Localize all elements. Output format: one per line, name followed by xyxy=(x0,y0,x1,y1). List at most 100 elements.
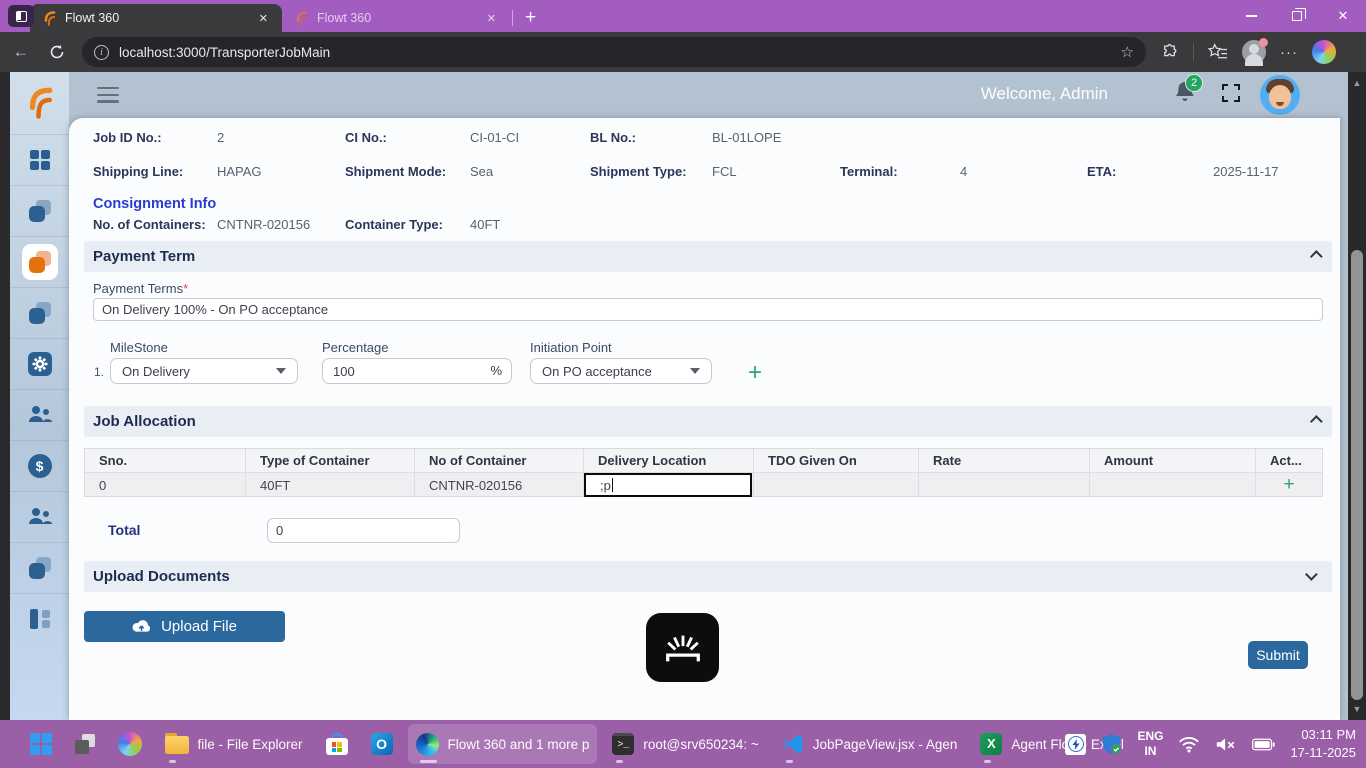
volume-muted-icon[interactable] xyxy=(1215,736,1237,753)
store-button[interactable] xyxy=(318,724,356,764)
hamburger-menu-icon[interactable] xyxy=(97,87,119,107)
reload-button[interactable] xyxy=(42,37,72,67)
sidebar-item-board[interactable] xyxy=(10,593,69,644)
chevron-up-icon[interactable] xyxy=(1310,415,1323,428)
required-asterisk: * xyxy=(183,281,188,296)
scroll-up-arrow[interactable]: ▲ xyxy=(1348,78,1366,88)
notifications-button[interactable]: 2 xyxy=(1174,80,1196,104)
consignment-info-heading: Consignment Info xyxy=(93,196,216,212)
address-bar[interactable]: i localhost:3000/TransporterJobMain ☆ xyxy=(82,37,1146,67)
browser-tab-inactive[interactable]: Flowt 360 ✕ xyxy=(282,4,510,32)
upload-file-button[interactable]: Upload File xyxy=(84,611,285,642)
sidebar-item-reports[interactable] xyxy=(10,542,69,593)
favorites-icon[interactable] xyxy=(1208,43,1228,61)
sidebar-item-orders[interactable] xyxy=(10,287,69,338)
sidebar-item-partners[interactable] xyxy=(10,491,69,542)
sidebar-item-users[interactable] xyxy=(10,389,69,440)
user-avatar[interactable] xyxy=(1260,75,1300,115)
workspaces-icon xyxy=(16,11,27,22)
extensions-icon[interactable] xyxy=(1160,43,1179,62)
percent-sign: % xyxy=(490,363,502,378)
thunderbolt-icon[interactable] xyxy=(1065,734,1086,755)
payment-term-section-header[interactable]: Payment Term xyxy=(84,241,1332,272)
job-allocation-table: Sno. Type of Container No of Container D… xyxy=(84,448,1323,497)
job-allocation-section-header[interactable]: Job Allocation xyxy=(84,406,1332,437)
bookmark-star-icon[interactable]: ☆ xyxy=(1121,43,1134,61)
field-value: FCL xyxy=(712,164,737,179)
tab-close-icon[interactable]: ✕ xyxy=(483,10,500,27)
flowt-favicon xyxy=(42,10,57,27)
page-scrollbar[interactable]: ▲ ▼ xyxy=(1348,72,1366,720)
url-text[interactable]: localhost:3000/TransporterJobMain xyxy=(119,45,1121,60)
task-view-button[interactable] xyxy=(67,724,103,764)
browser-tab-bar: Flowt 360 ✕ Flowt 360 ✕ + ✕ xyxy=(0,0,1366,32)
site-info-icon[interactable]: i xyxy=(94,45,109,60)
sidebar-item-settings[interactable] xyxy=(10,338,69,389)
milestone-value: On Delivery xyxy=(122,364,190,379)
field-label: Shipment Mode: xyxy=(345,164,446,179)
cell-tdo-given-on[interactable] xyxy=(753,472,918,497)
vscode-window-label: JobPageView.jsx - Agen xyxy=(813,737,958,752)
language-indicator[interactable]: ENGIN xyxy=(1137,729,1163,759)
field-label: BL No.: xyxy=(590,130,636,145)
security-shield-icon[interactable] xyxy=(1101,733,1122,755)
date-text: 17-11-2025 xyxy=(1290,744,1356,762)
browser-profile-avatar[interactable] xyxy=(1242,40,1266,64)
copilot-taskbar-button[interactable] xyxy=(110,724,150,764)
column-header: Amount xyxy=(1089,449,1255,472)
fullscreen-button[interactable] xyxy=(1222,84,1240,102)
sidebar-item-modules[interactable] xyxy=(10,185,69,236)
start-button[interactable] xyxy=(22,724,60,764)
sidebar-item-jobs-active[interactable] xyxy=(10,236,69,287)
orders-icon xyxy=(29,302,51,324)
delivery-location-input[interactable]: ;p xyxy=(584,473,752,497)
payment-terms-input[interactable] xyxy=(93,298,1323,321)
close-button[interactable]: ✕ xyxy=(1320,0,1366,32)
column-header: Act... xyxy=(1255,449,1322,472)
outlook-button[interactable]: O xyxy=(363,724,401,764)
flowt-favicon xyxy=(294,10,309,27)
milestone-select[interactable]: On Delivery xyxy=(110,358,298,384)
tab-close-icon[interactable]: ✕ xyxy=(255,10,272,27)
cell-amount[interactable] xyxy=(1089,472,1255,497)
field-label: Shipping Line: xyxy=(93,164,183,179)
browser-tab-active[interactable]: Flowt 360 ✕ xyxy=(30,4,282,32)
back-button[interactable]: ← xyxy=(6,37,36,67)
column-header: Rate xyxy=(918,449,1089,472)
scrollbar-thumb[interactable] xyxy=(1351,250,1363,700)
new-tab-button[interactable]: + xyxy=(519,7,542,29)
initiation-point-select[interactable]: On PO acceptance xyxy=(530,358,712,384)
vscode-window-button[interactable]: JobPageView.jsx - Agen xyxy=(774,724,966,764)
sidebar-item-finance[interactable]: $ xyxy=(10,440,69,491)
maximize-button[interactable] xyxy=(1274,0,1320,32)
outlook-icon: O xyxy=(371,733,393,755)
terminal-window-button[interactable]: >_ root@srv650234: ~ xyxy=(604,724,766,764)
field-value: CI-01-CI xyxy=(470,130,519,145)
cell-rate[interactable] xyxy=(918,472,1089,497)
total-input[interactable] xyxy=(267,518,460,543)
main-content-card: Job ID No.: 2 CI No.: CI-01-CI BL No.: B… xyxy=(69,118,1340,720)
upload-documents-section-header[interactable]: Upload Documents xyxy=(84,561,1332,592)
add-row-button[interactable]: + xyxy=(1255,472,1322,497)
tab-title: Flowt 360 xyxy=(65,11,247,25)
chevron-up-icon[interactable] xyxy=(1310,250,1323,263)
chevron-down-icon xyxy=(276,368,286,374)
copilot-icon[interactable] xyxy=(1312,40,1336,64)
chevron-down-icon[interactable] xyxy=(1305,568,1318,581)
tab-actions-button[interactable] xyxy=(8,5,34,27)
users-icon xyxy=(27,405,53,425)
add-milestone-button[interactable]: + xyxy=(748,361,762,385)
percentage-input[interactable] xyxy=(322,358,512,384)
scroll-down-arrow[interactable]: ▼ xyxy=(1348,704,1366,714)
submit-button[interactable]: Submit xyxy=(1248,641,1308,669)
browser-toolbar: ← i localhost:3000/TransporterJobMain ☆ … xyxy=(0,32,1366,72)
clock[interactable]: 03:11 PM 17-11-2025 xyxy=(1290,726,1356,761)
browser-menu-icon[interactable]: ··· xyxy=(1280,44,1298,61)
sidebar-item-dashboard[interactable] xyxy=(10,134,69,185)
file-explorer-button[interactable]: file - File Explorer xyxy=(157,724,311,764)
column-header: Type of Container xyxy=(245,449,414,472)
battery-icon[interactable] xyxy=(1252,738,1275,751)
minimize-button[interactable] xyxy=(1228,0,1274,32)
wifi-icon[interactable] xyxy=(1178,736,1200,753)
edge-window-button[interactable]: Flowt 360 and 1 more p xyxy=(408,724,598,764)
